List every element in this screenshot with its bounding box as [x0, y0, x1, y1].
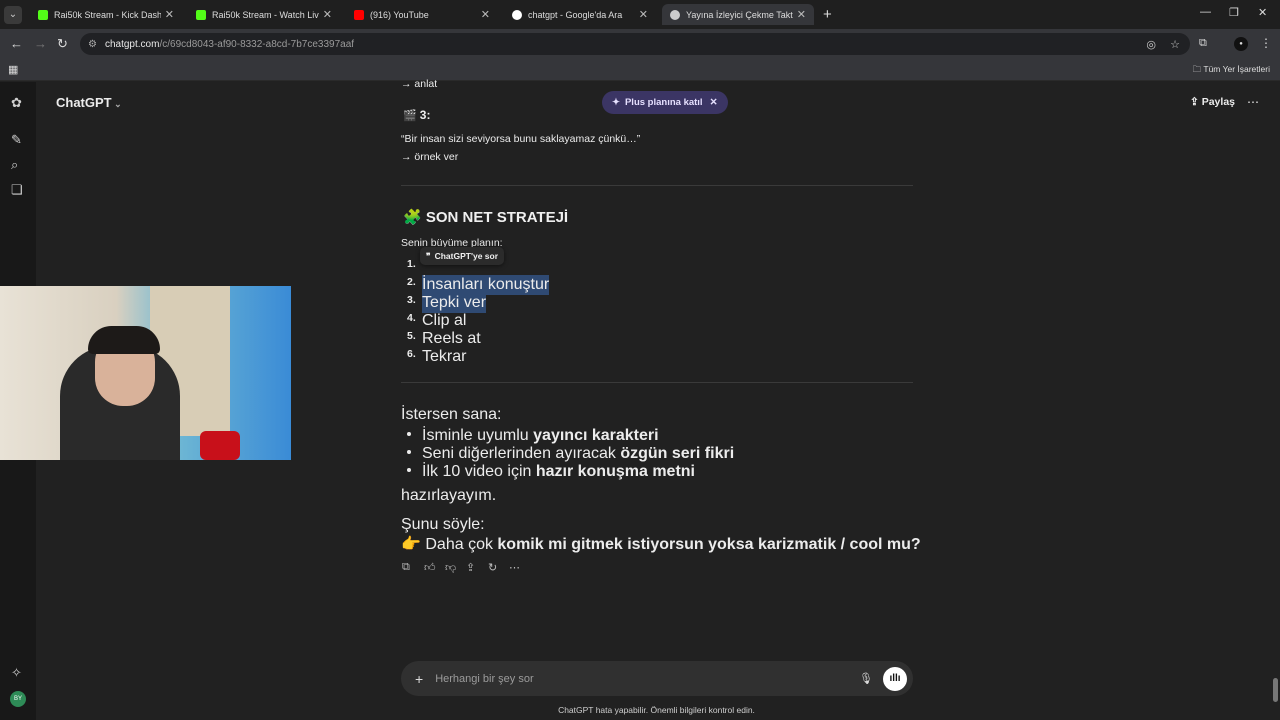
search-icon[interactable]: ⌕ [11, 157, 18, 173]
reload-icon[interactable]: ↻ [57, 36, 68, 52]
offer-outro: hazırlayayım. [401, 487, 497, 504]
thumbs-down-icon[interactable]: 👎︎ [445, 561, 456, 574]
openai-logo-icon[interactable]: ✿ [11, 95, 22, 111]
chatgpt-favicon-icon [670, 9, 680, 20]
share-response-icon[interactable]: ⇪ [466, 561, 475, 574]
extensions-icon[interactable]: ⧉ [1199, 37, 1207, 50]
url-bar[interactable]: ⚙ chatgpt.com/c/69cd8043-af90-8332-a8cd-… [80, 33, 1190, 55]
forward-icon[interactable]: → [34, 36, 47, 51]
model-selector[interactable]: ChatGPT ⌄ [56, 95, 122, 110]
restore-icon[interactable]: ❐ [1229, 6, 1239, 19]
bullet [407, 468, 411, 472]
sparkle-icon: ✦ [612, 97, 620, 108]
youtube-favicon-icon [354, 9, 364, 20]
window-close-icon[interactable]: ✕ [1258, 6, 1267, 19]
back-icon[interactable]: ← [10, 36, 23, 51]
chevron-down-icon: ⌄ [111, 99, 122, 109]
kick-favicon-icon [38, 9, 48, 20]
step-number: 5. [407, 330, 416, 342]
close-tab-icon[interactable]: ✕ [323, 8, 332, 21]
offer-item: İlk 10 video için hazır konuşma metni [422, 463, 695, 480]
offer-intro: İstersen sana: [401, 406, 502, 423]
divider [401, 382, 913, 383]
prompt-input[interactable]: Herhangi bir şey sor [435, 673, 859, 685]
chair-accent-shape [200, 431, 240, 460]
voice-mode-button[interactable]: ıllı [883, 666, 907, 691]
star-icon[interactable]: ☆ [1170, 38, 1180, 51]
step-text: Reels at [422, 330, 481, 347]
thumbs-up-icon[interactable]: 👍︎ [424, 561, 436, 574]
browser-tab-youtube[interactable]: (916) YouTube ✕ [346, 4, 498, 25]
more-options-icon[interactable]: ⋯ [1247, 95, 1259, 109]
bullet [407, 432, 411, 436]
puzzle-icon: 🧩 [403, 209, 426, 226]
hair-shape [88, 326, 160, 354]
minimize-icon[interactable]: — [1200, 6, 1211, 18]
chat-composer: + Herhangi bir şey sor 🎙︎ ıllı [401, 661, 913, 696]
ask-chatgpt-tooltip[interactable]: ❞ ChatGPT'ye sor [420, 247, 505, 265]
url-path: /c/69cd8043-af90-8332-a8cd-7b7ce3397aaf [159, 38, 355, 50]
step-number: 3. [407, 294, 416, 306]
browser-menu-icon[interactable]: ⋮ [1260, 36, 1272, 50]
step-text-selected: Tepki ver [422, 293, 487, 313]
disclaimer-footer: ChatGPT hata yapabilir. Önemli bilgileri… [558, 705, 755, 715]
offer-item: İsminle uyumlu yayıncı karakteri [422, 427, 659, 444]
browser-tab-kick-live[interactable]: Rai50k Stream - Watch Live on✕ [188, 4, 340, 25]
step-number: 2. [407, 276, 416, 288]
tab-search-icon[interactable]: ⌄ [4, 5, 22, 24]
quote-action: → örnek ver [401, 151, 459, 163]
browser-tab-kick-dashboard[interactable]: Rai50k Stream - Kick Dashboard✕ [30, 4, 182, 25]
clapperboard-icon: 🎬 [403, 110, 420, 122]
url-host: chatgpt.com [104, 38, 160, 50]
folder-icon: 🗀 [1192, 64, 1204, 74]
sparkle-icon[interactable]: ✧ [11, 665, 22, 681]
browser-tab-chatgpt[interactable]: Yayına İzleyici Çekme Taktikleri✕ [662, 4, 814, 25]
bookmarks-bar: ▦ 🗀 Tüm Yer İşaretleri [0, 59, 1280, 81]
scrollbar[interactable] [1272, 86, 1278, 720]
microphone-icon[interactable]: 🎙︎ [859, 672, 873, 685]
say-label: Şunu söyle: [401, 516, 485, 533]
more-actions-icon[interactable]: ⋯ [509, 561, 520, 574]
scrollbar-thumb[interactable] [1273, 678, 1278, 702]
arrow-line: → anlat [401, 78, 438, 90]
close-icon[interactable]: ✕ [710, 97, 718, 108]
close-tab-icon[interactable]: ✕ [481, 8, 490, 21]
step-text: Tekrar [422, 348, 467, 365]
new-tab-icon[interactable]: + [823, 6, 832, 23]
google-favicon-icon [512, 9, 522, 20]
eye-off-icon[interactable]: ◎ [1146, 38, 1156, 51]
browser-tab-google[interactable]: chatgpt - Google'da Ara ✕ [504, 4, 656, 25]
quote-text: “Bir insan sizi seviyorsa bunu saklayama… [401, 133, 641, 145]
new-chat-icon[interactable]: ✎ [11, 132, 22, 148]
share-button[interactable]: ⇪ Paylaş [1190, 96, 1235, 108]
library-icon[interactable]: ❏ [11, 182, 23, 198]
copy-icon[interactable]: ⧉ [402, 561, 410, 574]
divider [401, 185, 913, 186]
close-tab-icon[interactable]: ✕ [639, 8, 648, 21]
bullet [407, 450, 411, 454]
regenerate-icon[interactable]: ↻ [488, 561, 497, 574]
plus-plan-button[interactable]: ✦ Plus planına katıl ✕ [602, 91, 728, 114]
close-tab-icon[interactable]: ✕ [797, 8, 806, 21]
kick-favicon-icon [196, 9, 206, 20]
all-bookmarks-button[interactable]: 🗀 Tüm Yer İşaretleri [1193, 64, 1270, 78]
step-text: Clip al [422, 312, 467, 329]
question-line: 👉 Daha çok komik mi gitmek istiyorsun yo… [401, 536, 921, 553]
apps-grid-icon[interactable]: ▦ [8, 63, 18, 76]
offer-item: Seni diğerlerinden ayıracak özgün seri f… [422, 445, 735, 462]
profile-avatar[interactable]: ● [1234, 37, 1248, 51]
step-number: 4. [407, 312, 416, 324]
step-text-selected: İnsanları konuştur [422, 275, 550, 295]
attach-plus-icon[interactable]: + [415, 671, 423, 687]
step-number: 1. [407, 258, 416, 270]
quote-icon: ❞ [426, 250, 431, 261]
section-heading: 🧩 SON NET STRATEJİ [403, 209, 569, 226]
item-3-heading: 🎬 3: [403, 108, 431, 122]
close-tab-icon[interactable]: ✕ [165, 8, 174, 21]
step-number: 6. [407, 348, 416, 360]
site-info-icon[interactable]: ⚙ [88, 39, 97, 50]
webcam-overlay [0, 286, 291, 460]
share-icon: ⇪ [1190, 96, 1202, 108]
